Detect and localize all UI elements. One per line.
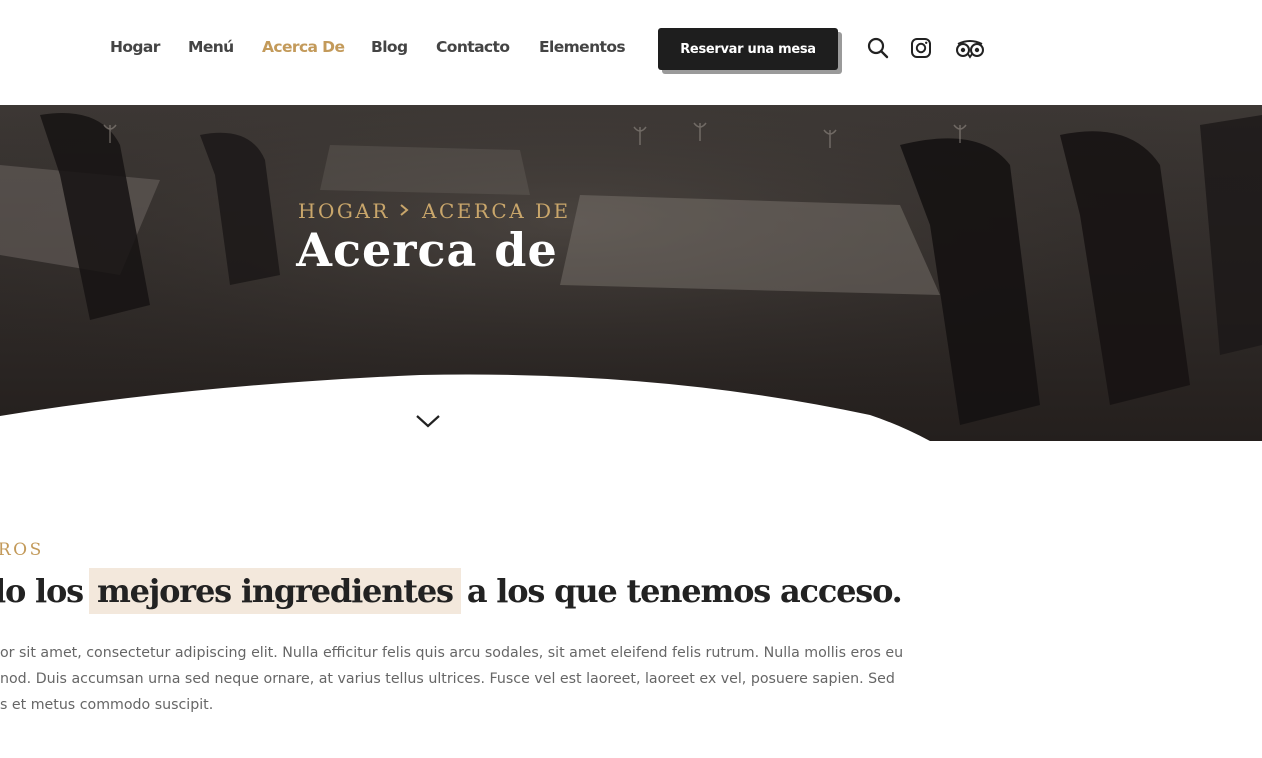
headline-highlight: mejores ingredientes: [88, 568, 461, 614]
paragraph-line: or sit amet, consectetur adipiscing elit…: [0, 645, 904, 661]
chevron-down-icon[interactable]: [414, 412, 442, 430]
nav-item-contacto[interactable]: Contacto: [436, 38, 510, 56]
site-header: Hogar Menú Acerca De Blog Contacto Eleme…: [0, 0, 1262, 105]
hero-banner: HOGAR ACERCA DE Acerca de: [0, 105, 1262, 441]
nav-item-blog[interactable]: Blog: [371, 38, 408, 56]
nav-item-acerca-de[interactable]: Acerca De: [262, 38, 345, 56]
search-icon[interactable]: [866, 36, 890, 60]
section-headline: lo los mejores ingredientes a los que tene…: [0, 568, 903, 616]
tripadvisor-icon[interactable]: [954, 36, 986, 60]
nav-item-menu[interactable]: Menú: [188, 38, 234, 56]
instagram-icon[interactable]: [909, 36, 933, 60]
headline-text-before: lo los: [0, 572, 84, 610]
paragraph-line: s et metus commodo suscipit.: [0, 697, 214, 713]
nav-item-elementos[interactable]: Elementos: [539, 38, 626, 56]
hero-curve-divider: [0, 374, 930, 441]
section-eyebrow: TROS: [0, 540, 44, 560]
headline-text-after: a los que tenemos acceso.: [466, 572, 903, 610]
nav-item-hogar[interactable]: Hogar: [110, 38, 160, 56]
paragraph-line: nod. Duis accumsan urna sed neque ornare…: [0, 671, 895, 687]
reserve-table-button[interactable]: Reservar una mesa: [658, 28, 838, 70]
